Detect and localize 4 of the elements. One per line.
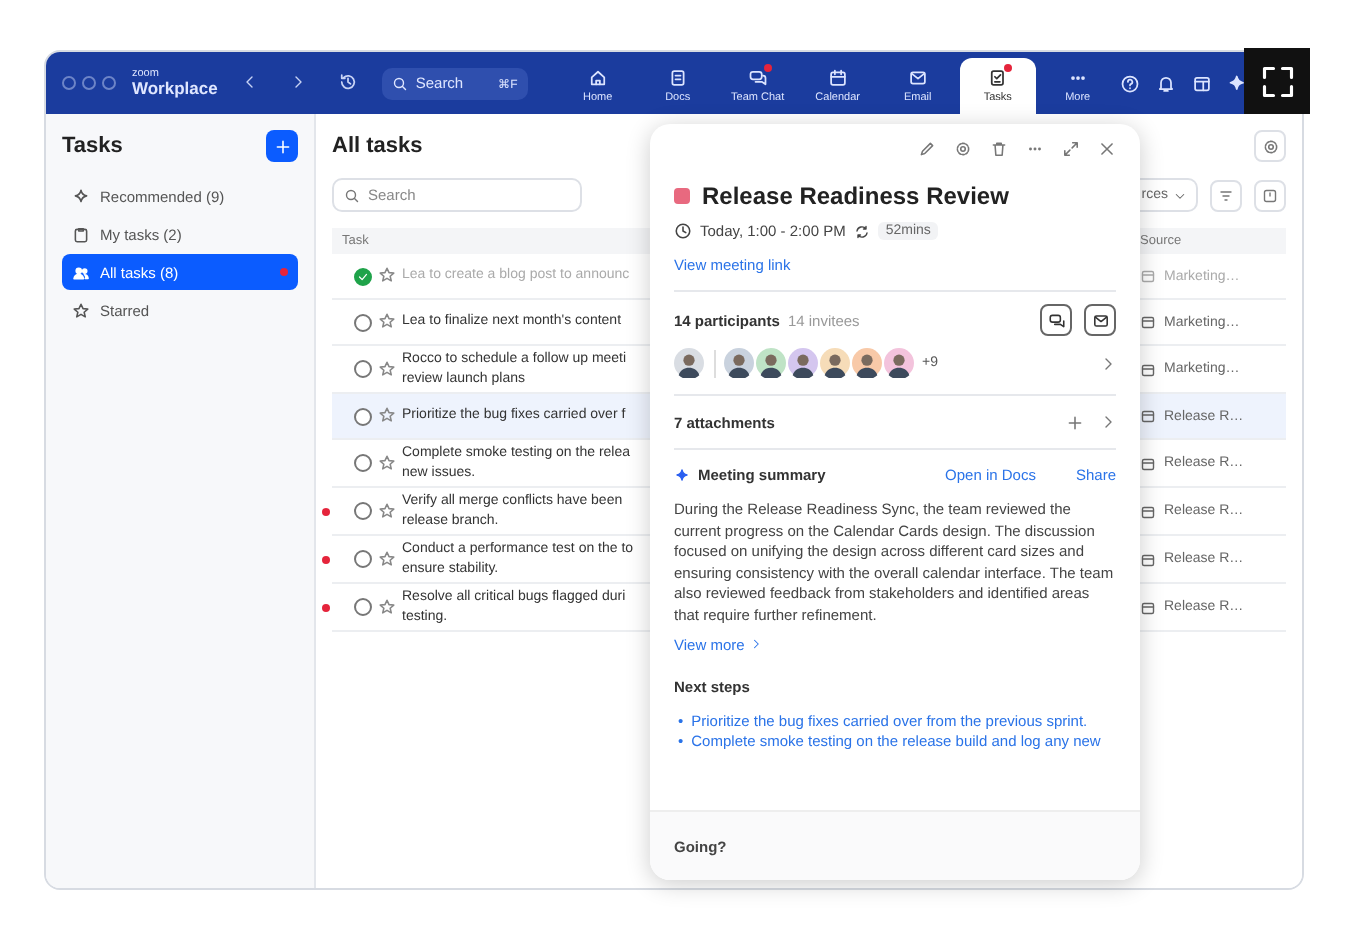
event-title: Release Readiness Review (702, 182, 1009, 210)
sidebar-title: Tasks (62, 134, 123, 158)
brand-name: Workplace (132, 80, 218, 97)
page-title: All tasks (332, 134, 423, 158)
